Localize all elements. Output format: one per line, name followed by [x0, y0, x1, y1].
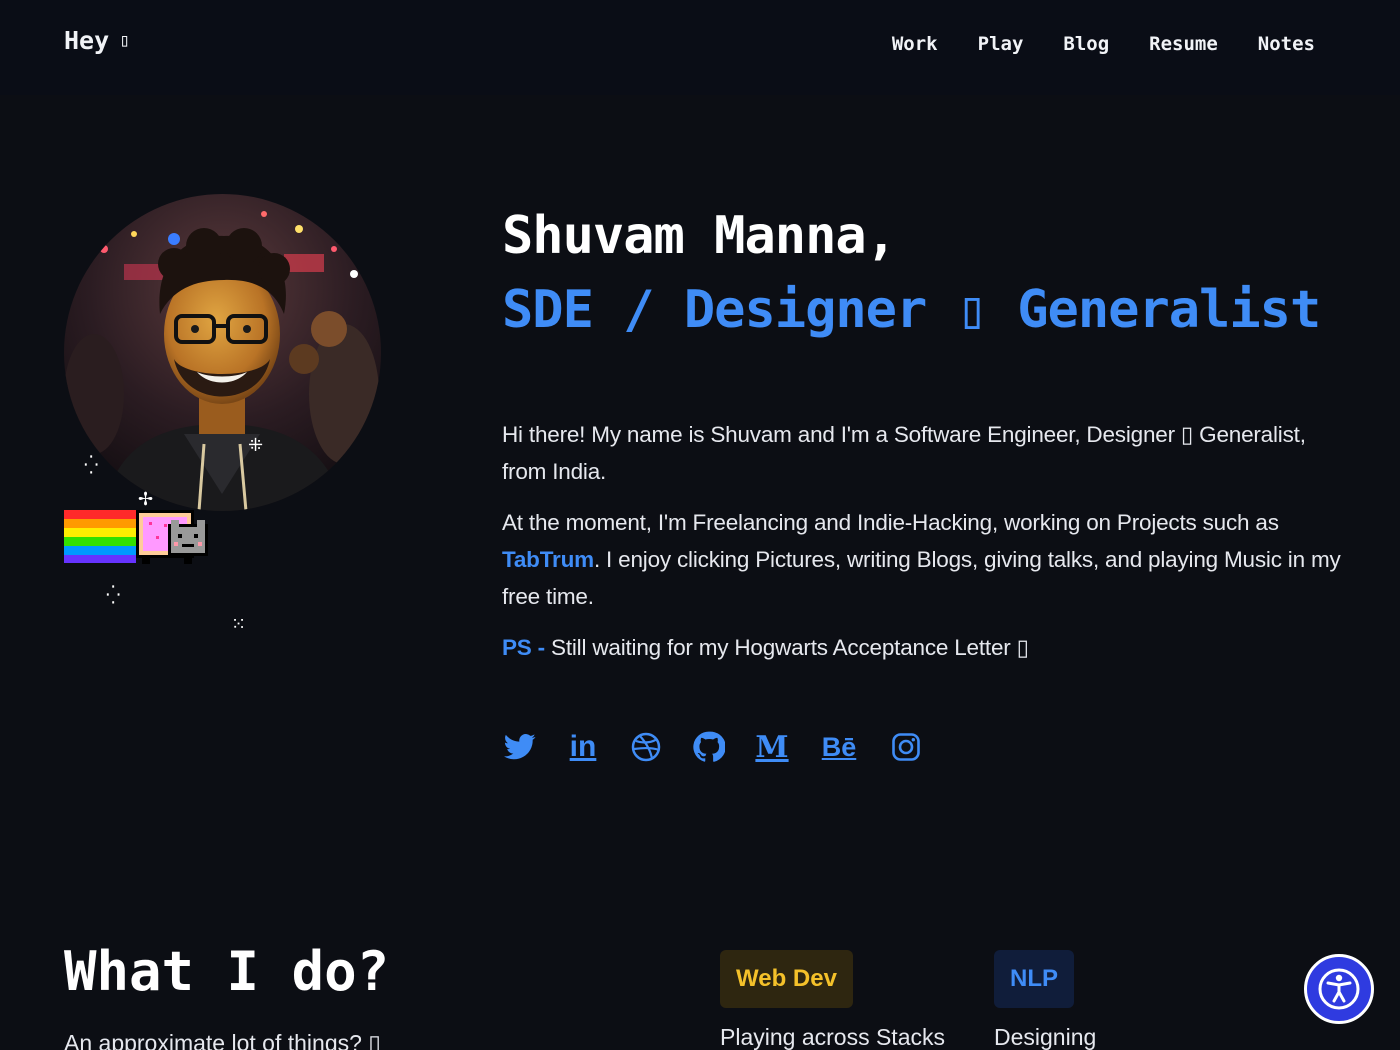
top-navbar: Hey ▯ Work Play Blog Resume Notes — [0, 0, 1400, 95]
nav-notes[interactable]: Notes — [1258, 33, 1315, 55]
hero-role: SDE / Designer ▯ Generalist — [502, 280, 1321, 340]
nlp-tag: NLP — [994, 950, 1074, 1008]
nav-blog[interactable]: Blog — [1063, 33, 1109, 55]
brand[interactable]: Hey ▯ — [64, 26, 130, 55]
sparkle-icon: ⁜ — [248, 435, 264, 455]
ps-label: PS - — [502, 635, 545, 660]
sparkle-icon: ⁛ — [106, 585, 121, 605]
accessibility-icon — [1318, 968, 1360, 1010]
main-nav: Work Play Blog Resume Notes — [892, 33, 1315, 55]
linkedin-icon[interactable]: in — [565, 729, 601, 765]
github-icon[interactable] — [691, 729, 727, 765]
nav-resume[interactable]: Resume — [1149, 33, 1218, 55]
nlp-description: Designing — [994, 1024, 1097, 1050]
web-dev-tag: Web Dev — [720, 950, 853, 1008]
hero-name: Shuvam Manna, — [502, 206, 897, 266]
medium-icon[interactable]: M — [754, 729, 790, 765]
behance-label: Bē — [821, 731, 857, 762]
bio-ps: PS - Still waiting for my Hogwarts Accep… — [502, 629, 1342, 666]
sparkle-icon: ⁙ — [231, 614, 247, 634]
behance-icon[interactable]: Bē — [817, 729, 861, 765]
bio-current-work: At the moment, I'm Freelancing and Indie… — [502, 504, 1342, 615]
medium-label: M — [755, 729, 789, 765]
sparkle-icon: ⁛ — [84, 455, 99, 475]
instagram-icon[interactable] — [888, 729, 924, 765]
profile-photo — [64, 194, 381, 511]
bio: Hi there! My name is Shuvam and I'm a So… — [502, 416, 1342, 680]
linkedin-label: in — [569, 730, 597, 763]
dribbble-icon[interactable] — [628, 729, 664, 765]
social-links: in M Bē — [502, 729, 951, 765]
bio-intro: Hi there! My name is Shuvam and I'm a So… — [502, 422, 1306, 484]
brand-glyph: ▯ — [119, 30, 130, 51]
web-dev-description: Playing across Stacks — [720, 1024, 945, 1050]
twitter-icon[interactable] — [502, 729, 538, 765]
nyan-cat-animation — [64, 494, 214, 566]
ps-text: Still waiting for my Hogwarts Acceptance… — [544, 635, 1029, 660]
tabtrum-link[interactable]: TabTrum — [502, 547, 594, 572]
nav-work[interactable]: Work — [892, 33, 938, 55]
section-title: What I do? — [64, 940, 390, 1003]
brand-text: Hey — [64, 26, 110, 55]
section-subtitle: An approximate lot of things? ▯ — [64, 1030, 381, 1050]
accessibility-button[interactable] — [1304, 954, 1374, 1024]
bio-text: At the moment, I'm Freelancing and Indie… — [502, 510, 1279, 535]
bio-text: . I enjoy clicking Pictures, writing Blo… — [502, 547, 1341, 609]
nav-play[interactable]: Play — [978, 33, 1024, 55]
